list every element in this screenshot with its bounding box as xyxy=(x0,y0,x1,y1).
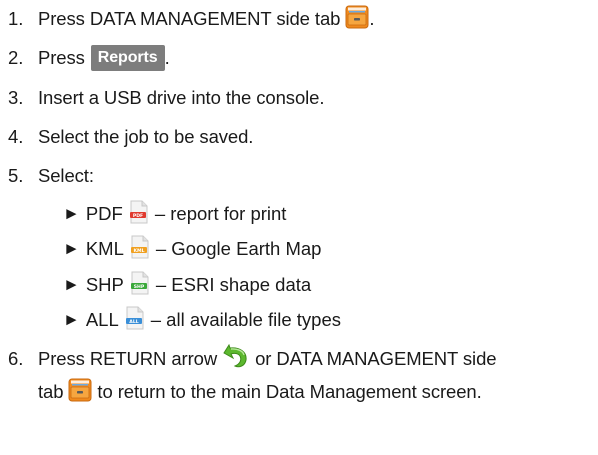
step-text-continued: or DATA MANAGEMENT side xyxy=(255,348,497,369)
option-label: PDF xyxy=(85,203,123,224)
step-text-end: . xyxy=(369,8,375,29)
step-text: Select the job to be saved. xyxy=(38,126,254,147)
option-shp: ► SHP SHP – ESRI shape data xyxy=(63,270,311,300)
option-description: – ESRI shape data xyxy=(155,274,312,295)
option-label: KML xyxy=(85,238,124,259)
step-2: 2. Press Reports . xyxy=(0,43,598,73)
bullet-arrow: ► xyxy=(63,275,80,294)
step-number: 5. xyxy=(8,165,24,186)
instructions-page: 1. Press DATA MANAGEMENT side tab . 2. P… xyxy=(0,0,598,455)
option-kml: ► KML KML – Google Earth Map xyxy=(63,234,321,264)
step-6: 6. Press RETURN arrow or DATA MANAGEMENT… xyxy=(0,343,598,375)
shp-file-icon: SHP xyxy=(129,271,151,300)
step-text: Press RETURN arrow xyxy=(38,348,218,369)
shp-badge-text: SHP xyxy=(134,283,145,289)
bullet-arrow: ► xyxy=(63,204,80,223)
step-number: 3. xyxy=(8,87,24,108)
step-text: Press DATA MANAGEMENT side tab xyxy=(38,8,341,29)
file-cabinet-icon xyxy=(345,5,369,34)
step-text: Insert a USB drive into the console. xyxy=(38,87,325,108)
step-4: 4. Select the job to be saved. xyxy=(0,122,598,152)
step-text-end: . xyxy=(164,47,170,68)
option-pdf: ► PDF PDF – report for print xyxy=(63,199,286,229)
kml-file-icon: KML xyxy=(129,235,151,264)
step-3: 3. Insert a USB drive into the console. xyxy=(0,83,598,113)
step-text-continued: to return to the main Data Management sc… xyxy=(97,381,482,402)
kml-badge-text: KML xyxy=(133,247,144,253)
pdf-badge-text: PDF xyxy=(133,212,143,218)
step-number: 4. xyxy=(8,126,24,147)
option-description: – report for print xyxy=(154,203,287,224)
all-badge-text: ALL xyxy=(129,318,138,324)
pdf-file-icon: PDF xyxy=(128,200,150,229)
bullet-arrow: ► xyxy=(63,239,80,258)
step-number: 6. xyxy=(8,348,24,369)
bullet-arrow: ► xyxy=(63,310,80,329)
step-1: 1. Press DATA MANAGEMENT side tab . xyxy=(0,4,598,34)
option-label: SHP xyxy=(85,274,124,295)
all-file-icon: ALL xyxy=(124,306,146,335)
step-text: tab xyxy=(38,381,64,402)
option-description: – Google Earth Map xyxy=(155,238,322,259)
step-text: Press xyxy=(38,47,85,68)
option-all: ► ALL ALL – all available file types xyxy=(63,305,341,335)
reports-button: Reports xyxy=(90,45,165,71)
step-5: 5. Select: xyxy=(0,161,598,191)
step-text: Select: xyxy=(38,165,94,186)
return-arrow-icon xyxy=(222,343,250,375)
file-cabinet-icon xyxy=(68,378,92,407)
step-6-line-2: tab to return to the main Data Managemen… xyxy=(0,377,598,407)
option-description: – all available file types xyxy=(150,309,341,330)
option-label: ALL xyxy=(85,309,119,330)
step-number: 1. xyxy=(8,8,24,29)
step-number: 2. xyxy=(8,47,24,68)
